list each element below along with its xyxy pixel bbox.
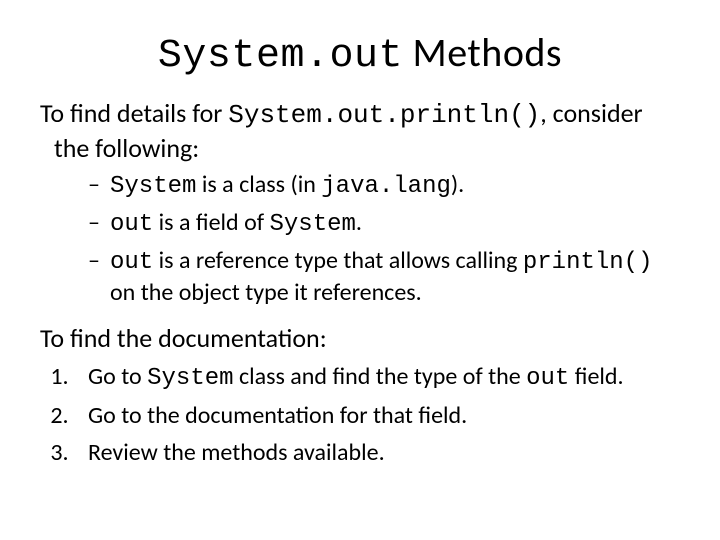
bullet-code: out (110, 249, 153, 276)
bullet-text: is a field of (153, 208, 269, 237)
title-rest: Methods (403, 28, 562, 77)
bullet-code: out (110, 211, 153, 238)
bullet-list: System is a class (in java.lang). out is… (40, 170, 680, 308)
bullet-text: on the object type it references. (110, 278, 422, 307)
bullet-code: java.lang (321, 173, 451, 200)
slide-body: To find details for System.out.println()… (40, 97, 680, 468)
bullet-text: . (356, 208, 362, 237)
slide: System.out Methods To find details for S… (0, 0, 720, 540)
numbered-list: Go to System class and find the type of … (40, 361, 680, 469)
bullet-text: is a class (in (196, 170, 321, 199)
slide-title: System.out Methods (40, 28, 680, 79)
list-item: Review the methods available. (74, 437, 680, 468)
bullet-code: System (269, 211, 355, 238)
intro-pre: To find details for (40, 97, 228, 129)
step-text: Go to the documentation for that field. (88, 401, 467, 430)
list-item: System is a class (in java.lang). (110, 170, 680, 202)
bullet-code: println() (523, 249, 653, 276)
bullet-text: is a reference type that allows calling (153, 246, 523, 275)
step-text: class and find the type of the (234, 362, 527, 391)
bullet-text: ). (451, 170, 464, 199)
list-item: out is a reference type that allows call… (110, 246, 680, 308)
step-text: Review the methods available. (88, 438, 385, 467)
step-text: field. (569, 362, 623, 391)
step-code: System (147, 365, 233, 392)
list-item: Go to the documentation for that field. (74, 400, 680, 431)
intro-code: System.out.println() (228, 100, 540, 130)
intro-paragraph: To find details for System.out.println()… (40, 97, 680, 164)
step-code: out (526, 365, 569, 392)
bullet-code: System (110, 173, 196, 200)
title-code: System.out (158, 34, 403, 79)
list-item: Go to System class and find the type of … (74, 361, 680, 394)
list-item: out is a field of System. (110, 208, 680, 240)
doc-heading: To find the documentation: (40, 322, 680, 355)
step-text: Go to (88, 362, 147, 391)
